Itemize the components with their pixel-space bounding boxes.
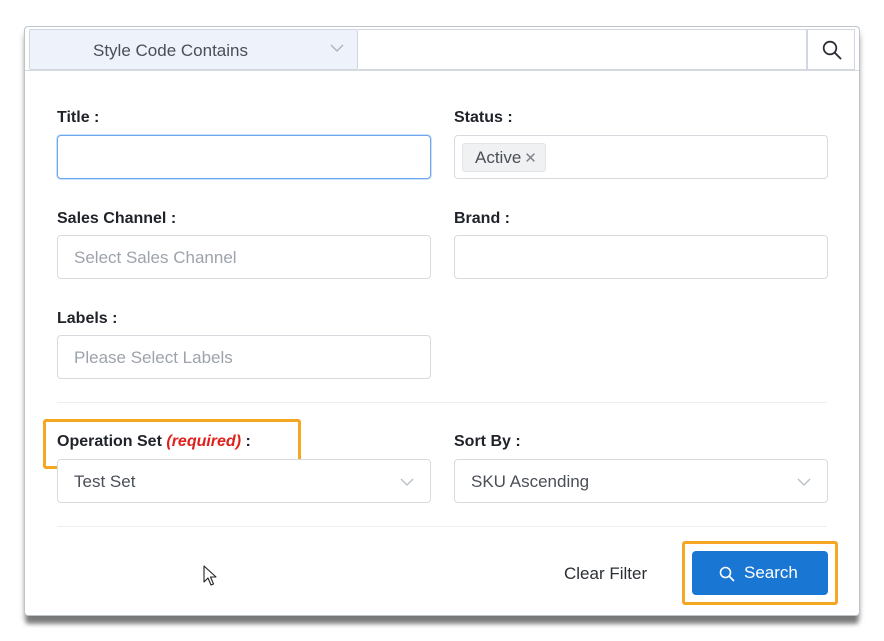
status-select[interactable]: Active ✕ [454,135,828,179]
labels-placeholder: Please Select Labels [74,348,233,367]
clear-filter-button[interactable]: Clear Filter [564,564,647,584]
labels-select[interactable]: Please Select Labels [57,335,431,379]
chevron-down-icon [797,478,811,486]
search-bar: Style Code Contains [25,27,859,71]
filter-type-select[interactable]: Style Code Contains [29,29,358,70]
brand-input[interactable] [454,235,828,279]
required-indicator: (required) [166,433,242,450]
chevron-down-icon [330,44,344,52]
status-tag-label: Active [475,148,522,167]
search-input[interactable] [358,29,807,70]
filter-panel: Style Code Contains Title : Status : Act… [24,26,860,616]
status-tag: Active ✕ [462,143,546,172]
actions-divider [57,526,827,527]
search-icon [719,566,735,582]
sales-channel-label: Sales Channel : [57,210,177,227]
title-input[interactable] [57,135,431,179]
operation-set-value: Test Set [74,472,136,491]
operation-set-label-text: Operation Set [57,433,162,450]
search-button[interactable]: Search [692,551,828,595]
brand-label: Brand : [454,210,510,227]
search-icon [822,40,842,60]
title-label: Title : [57,109,100,126]
filter-type-label: Style Code Contains [93,41,248,60]
sales-channel-select[interactable]: Select Sales Channel [57,235,431,279]
operation-set-label-suffix: : [241,433,251,450]
operation-set-select[interactable]: Test Set [57,459,431,503]
top-search-button[interactable] [807,29,855,70]
sort-by-select[interactable]: SKU Ascending [454,459,828,503]
operation-set-label: Operation Set (required) : [57,433,251,451]
sales-channel-placeholder: Select Sales Channel [74,248,237,267]
chevron-down-icon [400,478,414,486]
mouse-pointer-icon [203,565,217,586]
status-label: Status : [454,109,513,126]
sort-by-label: Sort By : [454,433,521,450]
search-button-label: Search [744,563,798,582]
section-divider [57,402,827,403]
sort-by-value: SKU Ascending [471,472,590,491]
close-icon[interactable]: ✕ [524,150,537,167]
labels-label: Labels : [57,310,118,327]
